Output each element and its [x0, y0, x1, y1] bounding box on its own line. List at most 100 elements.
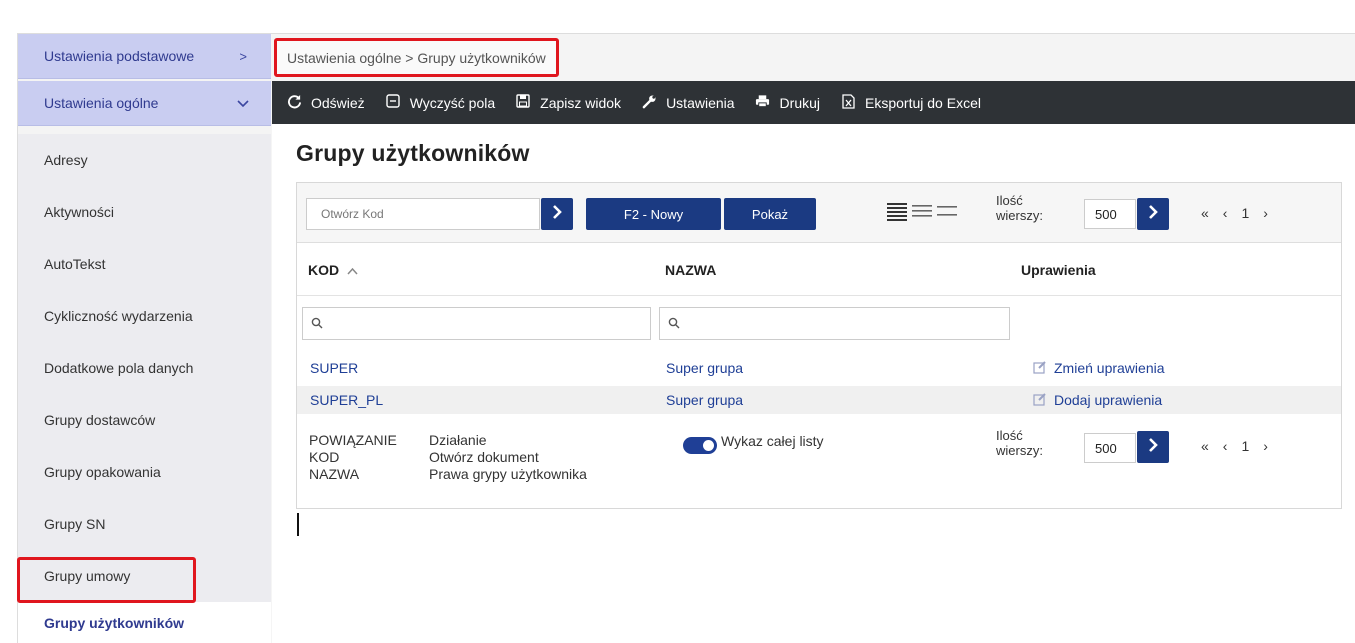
legend-values: Działanie Otwórz dokument Prawa grypy uż…	[429, 432, 587, 483]
sidebar-item-supplier-groups[interactable]: Grupy dostawców	[18, 394, 271, 446]
legend-key: KOD	[309, 449, 340, 465]
top-strip	[0, 0, 1355, 28]
current-page[interactable]: 1	[1241, 205, 1249, 221]
density-normal-icon[interactable]	[911, 200, 933, 222]
refresh-label: Odśwież	[311, 94, 365, 111]
export-excel-button[interactable]: Eksportuj do Excel	[840, 93, 981, 112]
rows-apply-button[interactable]	[1137, 198, 1169, 230]
breadcrumb: Ustawienia ogólne > Grupy użytkowników	[274, 38, 559, 77]
open-go-button[interactable]	[541, 198, 573, 230]
rows-per-page-input[interactable]	[1084, 199, 1136, 229]
new-button[interactable]: F2 - Nowy	[586, 198, 721, 230]
row-nazwa-link[interactable]: Super grupa	[666, 392, 743, 408]
filter-nazwa-input[interactable]	[659, 307, 1010, 340]
sidebar-group-basic-settings[interactable]: Ustawienia podstawowe >	[18, 34, 271, 79]
sidebar-item-label: Grupy użytkowników	[44, 614, 185, 631]
clear-fields-button[interactable]: Wyczyść pola	[385, 94, 495, 111]
clear-fields-label: Wyczyść pola	[409, 94, 496, 111]
rows-label-line-1: Ilość	[996, 428, 1023, 443]
header-divider	[297, 295, 1341, 296]
next-page-icon[interactable]: ›	[1263, 438, 1268, 454]
sidebar-item-label: Dodatkowe pola danych	[44, 360, 194, 376]
rows-per-page-label: Ilość wierszy:	[996, 193, 1043, 223]
sidebar-item-label: Adresy	[44, 152, 88, 168]
sidebar-group-general-settings[interactable]: Ustawienia ogólne	[18, 81, 271, 126]
refresh-button[interactable]: Odśwież	[286, 94, 365, 112]
chevron-down-icon	[237, 96, 249, 111]
sidebar-item-label: AutoTekst	[44, 256, 106, 272]
print-label: Drukuj	[779, 94, 821, 111]
sidebar-item-label: Grupy umowy	[44, 568, 131, 584]
save-icon	[515, 94, 531, 111]
page-title: Grupy użytkowników	[296, 140, 530, 166]
sidebar-item-label: Aktywności	[44, 204, 115, 220]
rows-label-line-1: Ilość	[996, 193, 1023, 208]
sort-asc-icon	[343, 263, 358, 278]
settings-label: Ustawienia	[666, 94, 735, 111]
legend-key: POWIĄZANIE	[309, 432, 397, 448]
row-density-selector	[886, 200, 958, 222]
full-list-toggle[interactable]	[683, 437, 717, 454]
sidebar-item-label: Grupy SN	[44, 516, 106, 532]
sidebar-item-label: Grupy opakowania	[44, 464, 161, 480]
minus-square-icon	[385, 94, 401, 111]
rows-label-line-2: wierszy:	[996, 208, 1043, 223]
sidebar-group-label: Ustawienia podstawowe	[44, 48, 195, 64]
edit-icon	[1033, 360, 1047, 377]
chevron-right-icon: >	[239, 48, 247, 64]
add-permissions-link[interactable]: Dodaj uprawienia	[1054, 392, 1162, 408]
sidebar-item-contract-groups[interactable]: Grupy umowy	[18, 550, 271, 602]
wrench-icon	[641, 94, 657, 112]
sidebar-item-label: Grupy dostawców	[44, 412, 156, 428]
next-page-icon[interactable]: ›	[1263, 205, 1268, 221]
filter-kod-input[interactable]	[302, 307, 651, 340]
pagination-top: « ‹ 1 ›	[1201, 205, 1268, 221]
sidebar-item-additional-fields[interactable]: Dodatkowe pola danych	[18, 342, 271, 394]
table-row	[297, 354, 1341, 382]
sidebar-item-activities[interactable]: Aktywności	[18, 186, 271, 238]
excel-file-icon	[840, 93, 856, 112]
show-button[interactable]: Pokaż	[724, 198, 816, 230]
row-kod-link[interactable]: SUPER	[310, 360, 358, 376]
sidebar-item-packaging-groups[interactable]: Grupy opakowania	[18, 446, 271, 498]
rows-label-line-2: wierszy:	[996, 443, 1043, 458]
column-header-label: KOD	[308, 262, 340, 278]
sidebar: Ustawienia podstawowe > Ustawienia ogóln…	[18, 34, 271, 643]
settings-button[interactable]: Ustawienia	[641, 94, 735, 112]
table-row	[297, 386, 1341, 414]
column-header-nazwa[interactable]: NAZWA	[665, 262, 716, 278]
chevron-right-icon	[552, 204, 562, 224]
legend-key: NAZWA	[309, 466, 360, 482]
prev-page-icon[interactable]: ‹	[1223, 438, 1228, 454]
row-nazwa-link[interactable]: Super grupa	[666, 360, 743, 376]
rows-per-page-input-bottom[interactable]	[1084, 433, 1136, 463]
column-header-uprawienia[interactable]: Uprawienia	[1021, 262, 1096, 278]
sidebar-item-user-groups[interactable]: Grupy użytkowników	[18, 602, 271, 643]
change-permissions-link[interactable]: Zmień uprawienia	[1054, 360, 1165, 376]
sidebar-item-autotext[interactable]: AutoTekst	[18, 238, 271, 290]
density-compact-icon[interactable]	[886, 200, 908, 222]
print-button[interactable]: Drukuj	[755, 94, 820, 111]
column-header-kod[interactable]: KOD	[308, 262, 358, 278]
chevron-right-icon	[1148, 437, 1158, 457]
edit-icon	[1033, 392, 1047, 409]
chevron-right-icon	[1148, 204, 1158, 224]
legend-value: Otwórz dokument	[429, 449, 539, 465]
save-view-label: Zapisz widok	[540, 94, 622, 111]
first-page-icon[interactable]: «	[1201, 205, 1209, 221]
current-page[interactable]: 1	[1241, 438, 1249, 454]
open-code-input[interactable]	[306, 198, 540, 230]
first-page-icon[interactable]: «	[1201, 438, 1209, 454]
row-kod-link[interactable]: SUPER_PL	[310, 392, 383, 408]
printer-icon	[755, 94, 771, 111]
density-wide-icon[interactable]	[936, 200, 958, 222]
sidebar-item-sn-groups[interactable]: Grupy SN	[18, 498, 271, 550]
rows-apply-button-bottom[interactable]	[1137, 431, 1169, 463]
sidebar-item-event-recurrence[interactable]: Cykliczność wydarzenia	[18, 290, 271, 342]
sidebar-item-addresses[interactable]: Adresy	[18, 134, 271, 186]
text-cursor	[297, 513, 299, 536]
sidebar-item-label: Cykliczność wydarzenia	[44, 308, 193, 324]
save-view-button[interactable]: Zapisz widok	[515, 94, 621, 111]
prev-page-icon[interactable]: ‹	[1223, 205, 1228, 221]
full-list-toggle-label: Wykaz całej listy	[721, 433, 824, 449]
